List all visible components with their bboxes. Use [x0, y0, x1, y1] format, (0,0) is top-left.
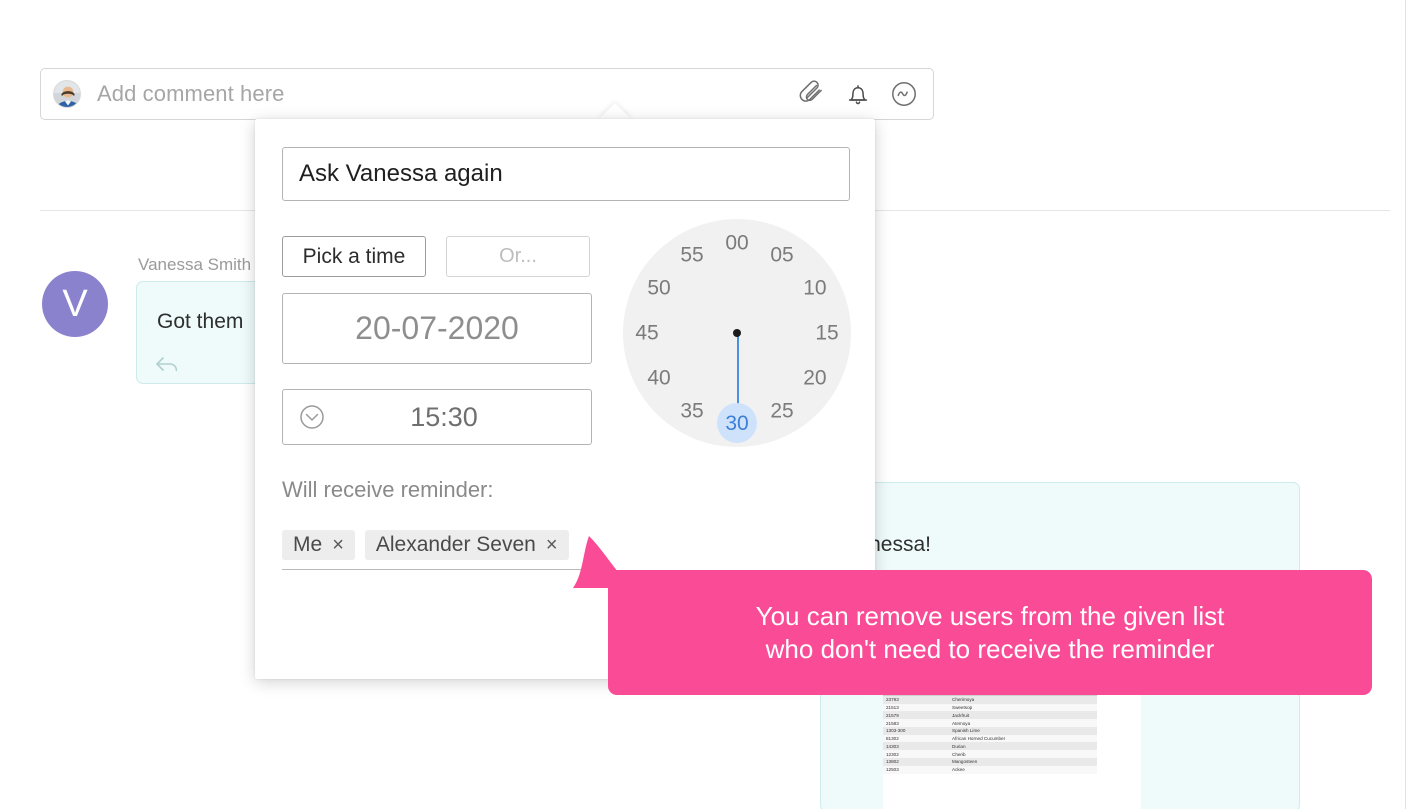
table-row: 23793 Cherimoya: [883, 695, 1097, 704]
table-cell: Ackee: [949, 765, 1097, 774]
time-input[interactable]: 15:30: [282, 389, 592, 445]
table-cell: 1303-300: [883, 726, 949, 735]
doc-price-table: Catalog no. Product name 23793Cherimoya2…: [883, 688, 1097, 774]
table-cell: 21513: [883, 703, 949, 712]
table-cell: Spanish Lime: [949, 726, 1097, 735]
table-cell: Mangosteen: [949, 758, 1097, 766]
time-value: 15:30: [410, 401, 478, 432]
clock-minute-10[interactable]: 10: [795, 278, 835, 299]
recipient-chip-remove-icon[interactable]: ×: [546, 535, 558, 555]
table-row: 21513 Sweetsop: [883, 703, 1097, 712]
table-cell: 14303: [883, 742, 949, 751]
recipient-chip-label: Me: [293, 533, 323, 556]
table-cell: Atemoya: [949, 719, 1097, 727]
table-row: 12503 Ackee: [883, 765, 1097, 774]
comment-composer[interactable]: Add comment here: [40, 68, 934, 120]
recipient-chip[interactable]: Me ×: [282, 530, 355, 560]
message-author-name: Vanessa Smith: [138, 255, 252, 274]
or-input[interactable]: Or...: [446, 236, 590, 277]
recipient-chip-remove-icon[interactable]: ×: [332, 535, 344, 555]
clock-minute-50[interactable]: 50: [639, 278, 679, 299]
reminder-recipients-chips: Me × Alexander Seven ×: [282, 530, 569, 560]
chips-underline: [282, 569, 592, 570]
table-cell: 81302: [883, 734, 949, 743]
table-row: 13802 Mangosteen: [883, 758, 1097, 766]
clock-minute-55[interactable]: 55: [672, 245, 712, 266]
attachment-icon[interactable]: [797, 79, 827, 109]
clock-minute-05[interactable]: 05: [762, 245, 802, 266]
composer-actions: [797, 79, 919, 109]
table-row: 81302 African Horned Cucumber: [883, 734, 1097, 743]
table-row: 21579 Jackfruit: [883, 711, 1097, 720]
table-cell: Cherimoya: [949, 695, 1097, 704]
app-screen: Add comment here V Vanessa Smith Got the…: [0, 0, 1406, 809]
reminder-recipients-label: Will receive reminder:: [282, 477, 494, 502]
composer-user-avatar: [53, 80, 81, 108]
clock-minute-20[interactable]: 20: [795, 368, 835, 389]
clock-minute-25[interactable]: 25: [762, 400, 802, 421]
clock-minute-45[interactable]: 45: [627, 323, 667, 344]
table-cell: 12302: [883, 750, 949, 759]
recipient-chip[interactable]: Alexander Seven ×: [364, 530, 569, 560]
table-cell: Cherib: [949, 750, 1097, 759]
time-mode-row: Pick a time Or...: [282, 236, 590, 277]
table-row: 14303 Durian: [883, 742, 1097, 751]
clock-minute-30[interactable]: 30: [717, 403, 757, 443]
table-cell: Sweetsop: [949, 703, 1097, 712]
comment-input[interactable]: Add comment here: [97, 81, 797, 107]
avatar-vanessa: V: [42, 271, 108, 337]
dialog-pointer: [598, 103, 632, 120]
bell-icon[interactable]: [843, 79, 873, 109]
callout-line-1: You can remove users from the given list: [755, 601, 1225, 632]
clock-minute-40[interactable]: 40: [639, 368, 679, 389]
table-cell: 13802: [883, 758, 949, 766]
table-cell: 12503: [883, 765, 949, 774]
table-row: 12302 Cherib: [883, 750, 1097, 759]
pick-a-time-button[interactable]: Pick a time: [282, 236, 426, 277]
clock-minute-35[interactable]: 35: [672, 400, 712, 421]
table-row: 21583 Atemoya: [883, 719, 1097, 727]
table-cell: Jackfruit: [949, 711, 1097, 720]
date-input[interactable]: 20-07-2020: [282, 293, 592, 364]
table-cell: 23793: [883, 695, 949, 704]
reply-arrow-icon[interactable]: [155, 355, 181, 377]
table-cell: 21583: [883, 719, 949, 727]
clock-icon: [297, 402, 327, 432]
clock-center-dot: [733, 329, 741, 337]
clock-minute-15[interactable]: 15: [807, 323, 847, 344]
recipient-chip-label: Alexander Seven: [375, 533, 536, 556]
table-row: 1303-300 Spanish Lime: [883, 726, 1097, 735]
table-cell: 21579: [883, 711, 949, 720]
table-cell: African Horned Cucumber: [949, 734, 1097, 743]
callout-line-2: who don't need to receive the reminder: [765, 633, 1215, 664]
clock-minute-picker[interactable]: 00 05 10 15 20 25 30 35 40 45 50 55: [623, 219, 851, 447]
message-text: Vanessa!: [845, 533, 931, 556]
clock-minute-00[interactable]: 00: [717, 233, 757, 254]
signature-icon[interactable]: [889, 79, 919, 109]
reminder-title-input[interactable]: Ask Vanessa again: [282, 147, 850, 201]
table-cell: Durian: [949, 742, 1097, 751]
tooltip-callout: You can remove users from the given list…: [608, 570, 1372, 695]
